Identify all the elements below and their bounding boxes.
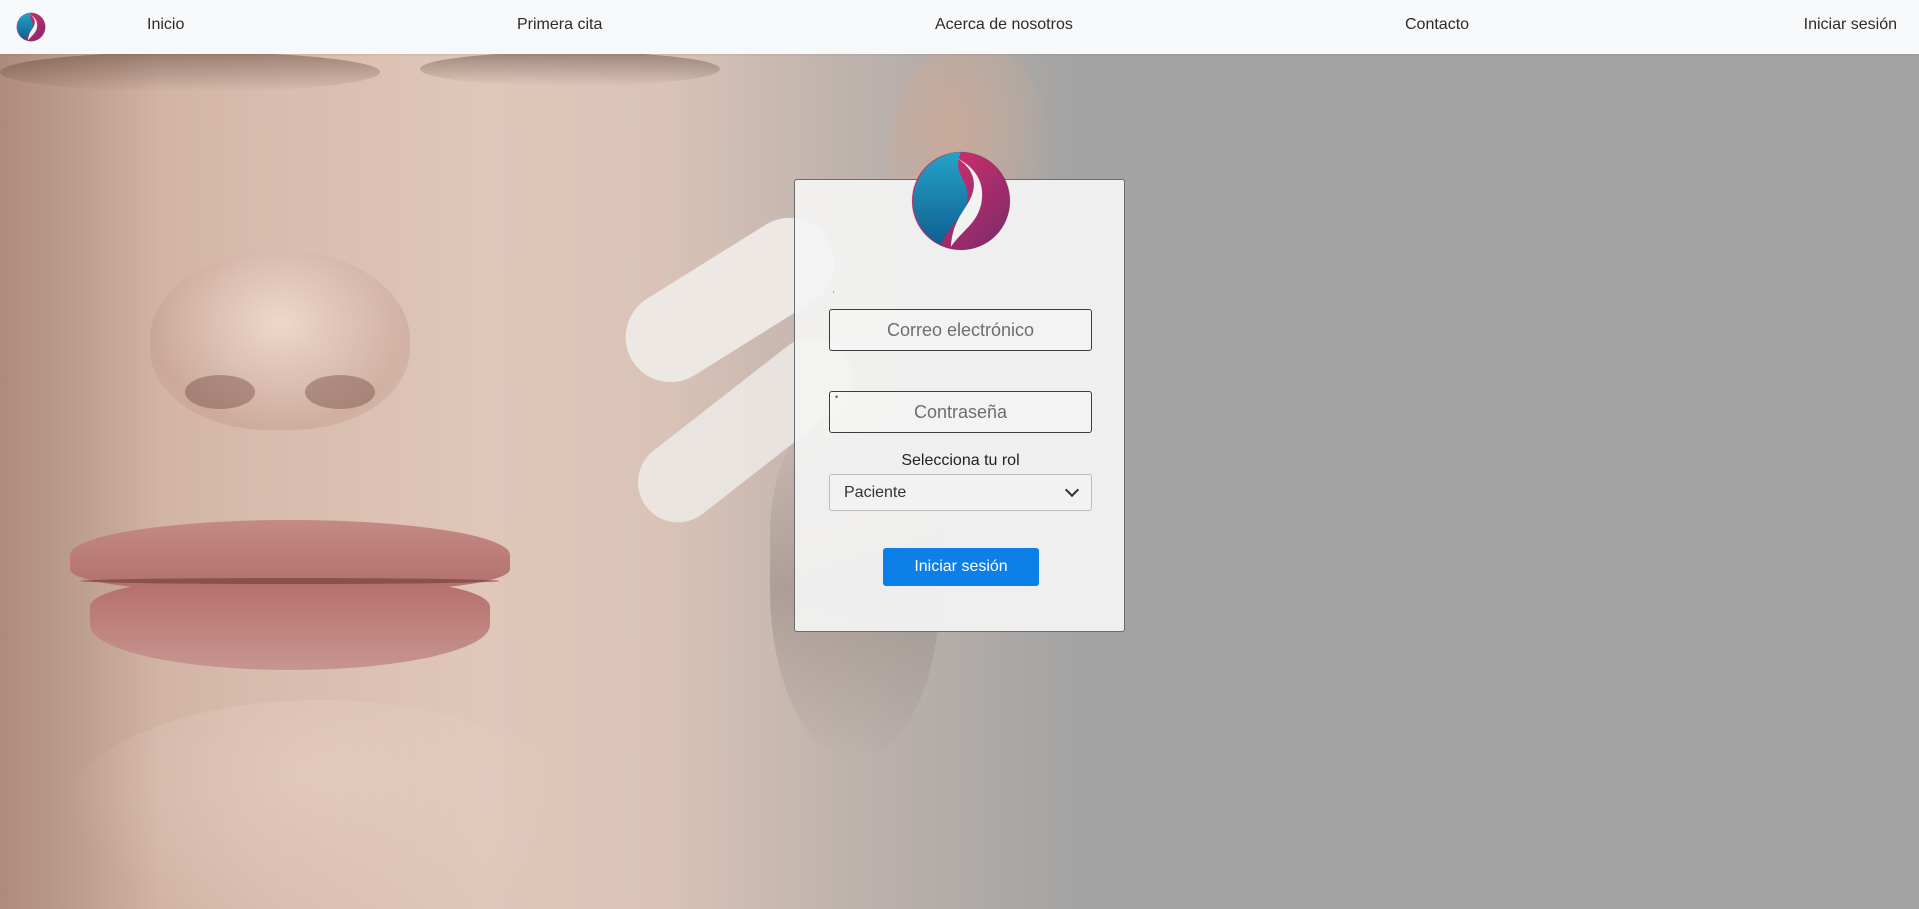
nav-link-primera-cita[interactable]: Primera cita (517, 0, 602, 54)
login-card: ˊ • Selecciona tu rol Paciente Iniciar s… (794, 151, 1125, 632)
decorative-mark: ˊ (832, 290, 835, 300)
nav-link-inicio[interactable]: Inicio (147, 0, 184, 54)
brand-logo-icon[interactable] (16, 12, 46, 42)
password-field[interactable] (829, 391, 1092, 433)
email-field[interactable] (829, 309, 1092, 351)
role-label: Selecciona tu rol (901, 452, 1020, 469)
brand-logo-icon (910, 150, 1012, 252)
role-select-value: Paciente (844, 483, 907, 501)
nav-link-contacto[interactable]: Contacto (1405, 0, 1469, 54)
navbar: Inicio Primera cita Acerca de nosotros C… (0, 0, 1919, 54)
login-button[interactable]: Iniciar sesión (883, 548, 1039, 586)
chevron-down-icon (1064, 482, 1080, 498)
role-select[interactable]: Paciente (829, 474, 1092, 511)
nav-link-acerca[interactable]: Acerca de nosotros (935, 0, 1073, 54)
nav-link-iniciar-sesion[interactable]: Iniciar sesión (1804, 0, 1897, 54)
